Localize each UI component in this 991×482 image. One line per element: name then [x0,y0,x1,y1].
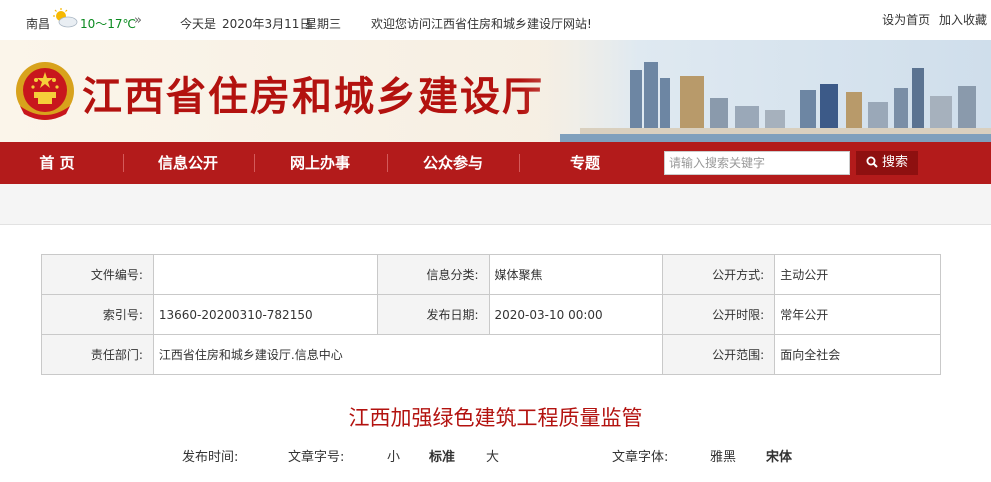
index-number-label: 索引号: [41,294,154,335]
weather-city: 南昌 [26,17,51,31]
category-value: 媒体聚焦 [488,254,664,295]
document-meta-table: 文件编号: 信息分类: 媒体聚焦 公开方式: 主动公开 索引号: 13660-2… [41,254,941,375]
disclosure-period-value: 常年公开 [774,294,941,335]
add-favorite-link[interactable]: 加入收藏 [939,13,987,27]
current-date: 2020年3月11日 [222,17,312,31]
responsible-dept-label: 责任部门: [41,334,154,375]
nav-separator [387,154,388,172]
font-size-small-button[interactable]: 小 [387,446,400,465]
table-row: 文件编号: 信息分类: 媒体聚焦 公开方式: 主动公开 [41,254,941,295]
welcome-message: 欢迎您访问江西省住房和城乡建设厅网站! [371,17,592,31]
table-row: 责任部门: 江西省住房和城乡建设厅.信息中心 公开范围: 面向全社会 [41,334,941,375]
sun-cloud-icon [53,8,78,28]
disclosure-method-value: 主动公开 [774,254,941,295]
nav-item-info-disclosure[interactable]: 信息公开 [146,142,230,184]
weather-temperature: 10～17℃ [80,17,137,31]
article-title: 江西加强绿色建筑工程质量监管 [348,406,643,430]
search-icon [866,156,878,168]
nav-separator [123,154,124,172]
publish-date-value: 2020-03-10 00:00 [488,294,664,335]
font-face-label: 文章字体: [612,450,669,465]
table-row: 索引号: 13660-20200310-782150 发布日期: 2020-03… [41,294,941,335]
top-links: 设为首页 加入收藏 [877,11,987,28]
category-label: 信息分类: [376,254,490,295]
responsible-dept-value: 江西省住房和城乡建设厅.信息中心 [152,334,664,375]
breadcrumb-band [0,184,991,225]
nav-separator [519,154,520,172]
national-emblem-icon [16,62,74,120]
nav-separator [254,154,255,172]
city-skyline-image [520,40,991,142]
publish-date-label: 发布日期: [376,294,490,335]
nav-item-home[interactable]: 首 页 [18,142,96,184]
file-number-value [152,254,378,295]
set-home-link[interactable]: 设为首页 [882,13,930,27]
disclosure-period-label: 公开时限: [662,294,776,335]
nav-item-public-participation[interactable]: 公众参与 [411,142,495,184]
font-size-standard-button[interactable]: 标准 [429,446,455,465]
top-bar: 南昌 10～17℃ » 今天是 2020年3月11日 星期三 欢迎您访问江西省住… [0,0,991,40]
weather-more-link[interactable]: » [134,13,142,28]
publish-time-label: 发布时间: [182,450,239,465]
disclosure-scope-label: 公开范围: [662,334,776,375]
nav-item-online-services[interactable]: 网上办事 [278,142,362,184]
disclosure-scope-value: 面向全社会 [774,334,941,375]
search-input[interactable]: 请输入搜索关键字 [664,151,850,175]
search-button[interactable]: 搜索 [856,151,918,175]
font-song-button[interactable]: 宋体 [766,446,792,465]
site-title: 江西省住房和城乡建设厅 [82,73,544,120]
font-size-label: 文章字号: [288,450,345,465]
date-label: 今天是 [180,17,217,31]
site-banner: 江西省住房和城乡建设厅 [0,40,991,142]
font-size-large-button[interactable]: 大 [486,446,499,465]
file-number-label: 文件编号: [41,254,154,295]
search-button-label: 搜索 [881,155,908,170]
index-number-value: 13660-20200310-782150 [152,294,378,335]
nav-item-topics[interactable]: 专题 [558,142,612,184]
current-weekday: 星期三 [305,17,342,31]
disclosure-method-label: 公开方式: [662,254,776,295]
font-yahei-button[interactable]: 雅黑 [710,446,736,465]
